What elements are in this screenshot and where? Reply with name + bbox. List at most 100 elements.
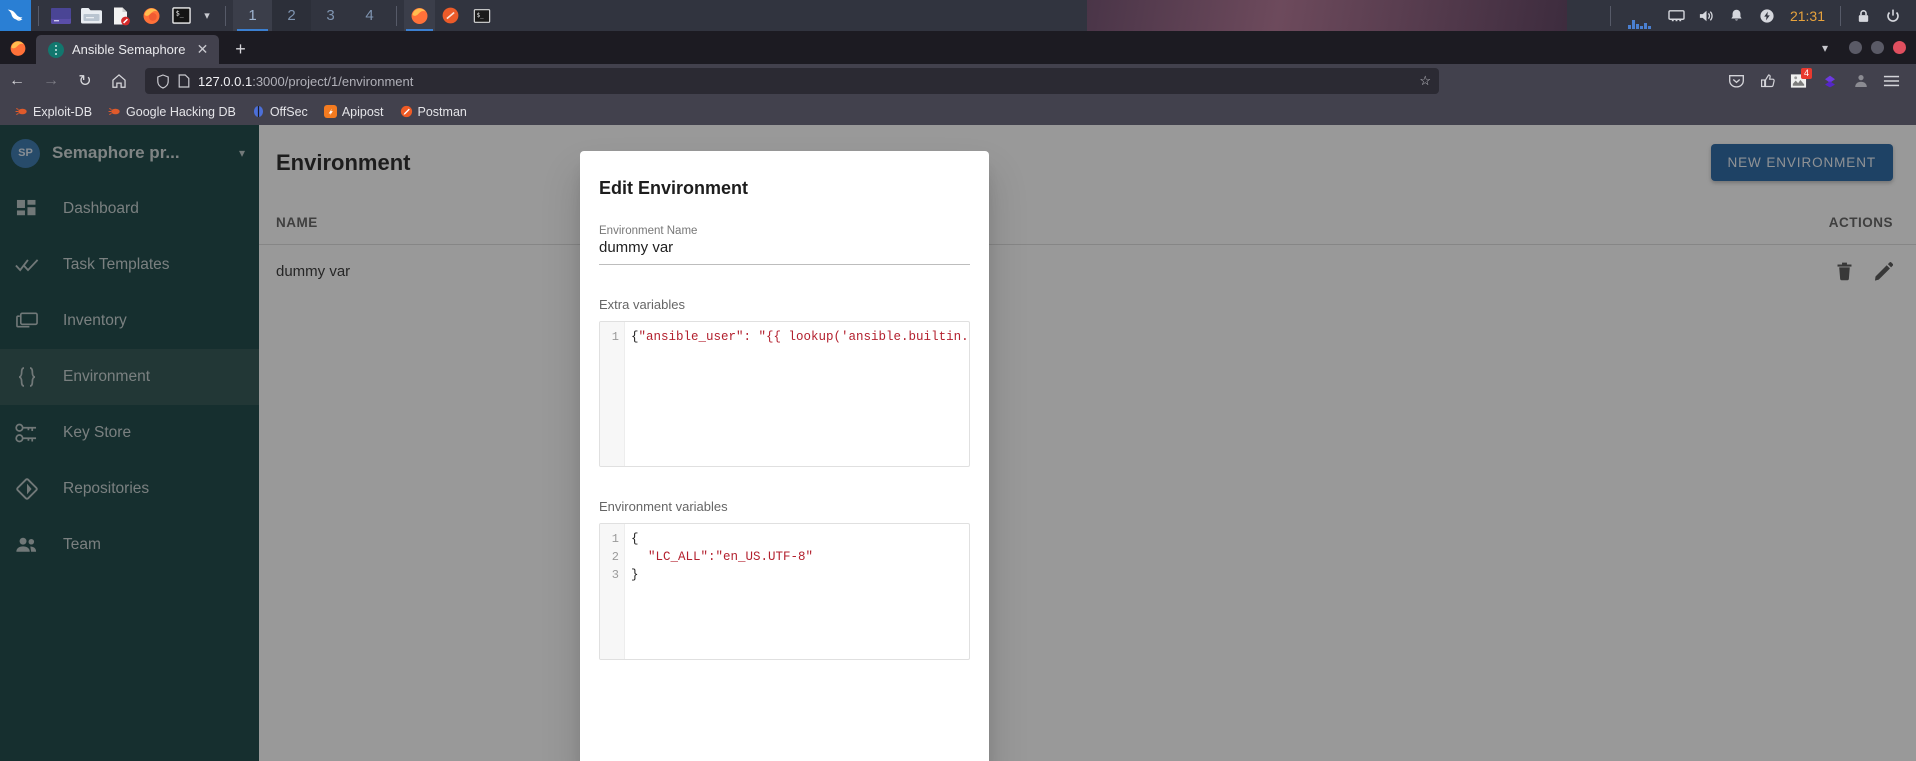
wappalyzer-extension-icon[interactable]	[1814, 66, 1845, 96]
page-viewport: SP Semaphore pr... ▾ Dashboard Task Temp…	[0, 125, 1916, 761]
bookmark-google-hacking-db[interactable]: Google Hacking DB	[101, 102, 243, 122]
window-controls-group: ▾	[1810, 31, 1916, 64]
apipost-icon	[323, 105, 337, 118]
window-minimize-button[interactable]	[1849, 41, 1862, 54]
environment-name-field: Environment Name	[580, 225, 989, 265]
extra-variables-label: Extra variables	[599, 297, 685, 312]
code-line-1: {	[631, 532, 639, 546]
firefox-icon[interactable]	[136, 0, 166, 31]
window-maximize-button[interactable]	[1871, 41, 1884, 54]
edit-environment-dialog: Edit Environment Environment Name Extra …	[580, 151, 989, 761]
firefox-window-icon[interactable]	[404, 0, 435, 31]
taskbar-divider-3	[396, 5, 397, 26]
workspace-label: 1	[248, 7, 257, 24]
environment-variables-editor[interactable]: 1 2 3 { "LC_ALL":"en_US.UTF-8"}	[599, 523, 970, 660]
line-number: 3	[611, 568, 619, 582]
environment-name-label: Environment Name	[599, 225, 698, 237]
close-icon[interactable]: ✕	[193, 41, 211, 59]
taskbar-spacer	[497, 0, 1603, 31]
forward-arrow-icon[interactable]: →	[34, 66, 68, 96]
lock-icon[interactable]	[1848, 0, 1878, 31]
postman-icon	[400, 105, 413, 118]
code-line-2: "LC_ALL":"en_US.UTF-8"	[631, 548, 969, 566]
power-icon[interactable]	[1752, 0, 1782, 31]
list-all-tabs-icon[interactable]: ▾	[1810, 34, 1840, 62]
burp-suite-icon[interactable]	[435, 0, 466, 31]
network-icon[interactable]	[1662, 0, 1692, 31]
bookmark-label: Exploit-DB	[33, 104, 93, 119]
firefox-logo-icon	[0, 31, 36, 64]
bookmark-apipost[interactable]: Apipost	[317, 102, 391, 122]
tabstrip-drag-space	[255, 31, 1810, 64]
terminal-window-icon[interactable]: $_	[466, 0, 497, 31]
url-text[interactable]: 127.0.0.1:3000/project/1/environment	[198, 74, 1411, 89]
page-icon	[178, 74, 190, 88]
workspace-label: 3	[326, 7, 335, 24]
reload-icon[interactable]: ↻	[68, 66, 102, 96]
browser-tab-ansible-semaphore[interactable]: Ansible Semaphore ✕	[36, 35, 220, 64]
environment-variables-label: Environment variables	[599, 499, 728, 514]
logout-icon[interactable]	[1878, 0, 1908, 31]
text-editor-blocked-icon[interactable]	[106, 0, 136, 31]
hamburger-menu-icon[interactable]	[1876, 66, 1907, 96]
workspace-3[interactable]: 3	[311, 0, 350, 31]
window-close-button[interactable]	[1893, 41, 1906, 54]
browser-tab-strip: Ansible Semaphore ✕ + ▾	[0, 31, 1916, 64]
bookmark-exploit-db[interactable]: Exploit-DB	[8, 102, 99, 122]
clock[interactable]: 21:31	[1782, 8, 1833, 24]
new-tab-button[interactable]: +	[225, 35, 255, 64]
svg-text:$_: $_	[476, 12, 484, 18]
back-arrow-icon[interactable]: ←	[0, 66, 34, 96]
browser-toolbar-extensions: 4	[1721, 66, 1916, 96]
ghdb-bug-icon	[108, 105, 121, 118]
thumbs-up-extension-icon[interactable]	[1752, 66, 1783, 96]
line-number: 1	[611, 532, 619, 546]
url-host: 127.0.0.1	[198, 73, 253, 89]
bookmark-offsec[interactable]: OffSec	[245, 102, 315, 122]
workspace-label: 4	[365, 7, 374, 24]
extension-badge-count: 4	[1800, 68, 1812, 79]
dialog-title: Edit Environment	[599, 178, 749, 198]
screenshot-extension-icon[interactable]: 4	[1783, 66, 1814, 96]
volume-icon[interactable]	[1692, 0, 1722, 31]
home-icon[interactable]	[102, 66, 136, 96]
taskbar-divider-5	[1840, 5, 1841, 26]
chevron-down-icon[interactable]: ▾	[196, 0, 218, 31]
code-string: "ansible_user": "{{ lookup('ansible.buil…	[638, 330, 969, 344]
line-number: 2	[611, 550, 619, 564]
extra-variables-editor[interactable]: 1 {"ansible_user": "{{ lookup('ansible.b…	[599, 321, 970, 467]
extra-variables-code[interactable]: {"ansible_user": "{{ lookup('ansible.bui…	[625, 322, 969, 466]
private-mask-icon[interactable]	[1845, 66, 1876, 96]
system-tray: 21:31	[1603, 0, 1916, 31]
code-line-3: }	[631, 568, 639, 582]
terminal-icon[interactable]: $_	[166, 0, 196, 31]
bookmarks-bar: Exploit-DB Google Hacking DB OffSec Apip…	[0, 98, 1916, 125]
code-brace: {	[631, 330, 639, 344]
workspace-2[interactable]: 2	[272, 0, 311, 31]
kali-dragon-icon[interactable]	[0, 0, 31, 31]
url-path: :3000/project/1/environment	[252, 73, 414, 89]
semaphore-favicon	[48, 41, 64, 58]
shield-icon[interactable]	[156, 73, 170, 89]
environment-variables-code[interactable]: { "LC_ALL":"en_US.UTF-8"}	[625, 524, 969, 659]
star-icon[interactable]: ☆	[1419, 73, 1431, 89]
terminal-purple-icon[interactable]	[46, 0, 76, 31]
taskbar-divider-4	[1609, 5, 1611, 26]
workspace-4[interactable]: 4	[350, 0, 389, 31]
browser-nav-bar: ← → ↻ 127.0.0.1:3000/project/1/environme…	[0, 64, 1916, 98]
bookmark-postman[interactable]: Postman	[393, 102, 474, 122]
wallpaper-peek	[1087, 0, 1567, 31]
workspace-1[interactable]: 1	[233, 0, 272, 31]
line-number: 1	[611, 330, 619, 344]
os-taskbar: $_ ▾ 1 2 3 4 $_ 21:31	[0, 0, 1916, 31]
url-bar[interactable]: 127.0.0.1:3000/project/1/environment ☆	[145, 68, 1439, 94]
pocket-icon[interactable]	[1721, 66, 1752, 96]
bookmark-label: Apipost	[341, 104, 384, 119]
cpu-graph-icon[interactable]	[1618, 0, 1662, 31]
notification-bell-icon[interactable]	[1722, 0, 1752, 31]
environment-name-input[interactable]	[599, 237, 970, 265]
file-manager-icon[interactable]	[76, 0, 106, 31]
taskbar-divider-1	[38, 5, 39, 26]
bookmark-label: Google Hacking DB	[126, 104, 236, 119]
code-string: "LC_ALL":"en_US.UTF-8"	[648, 550, 814, 564]
